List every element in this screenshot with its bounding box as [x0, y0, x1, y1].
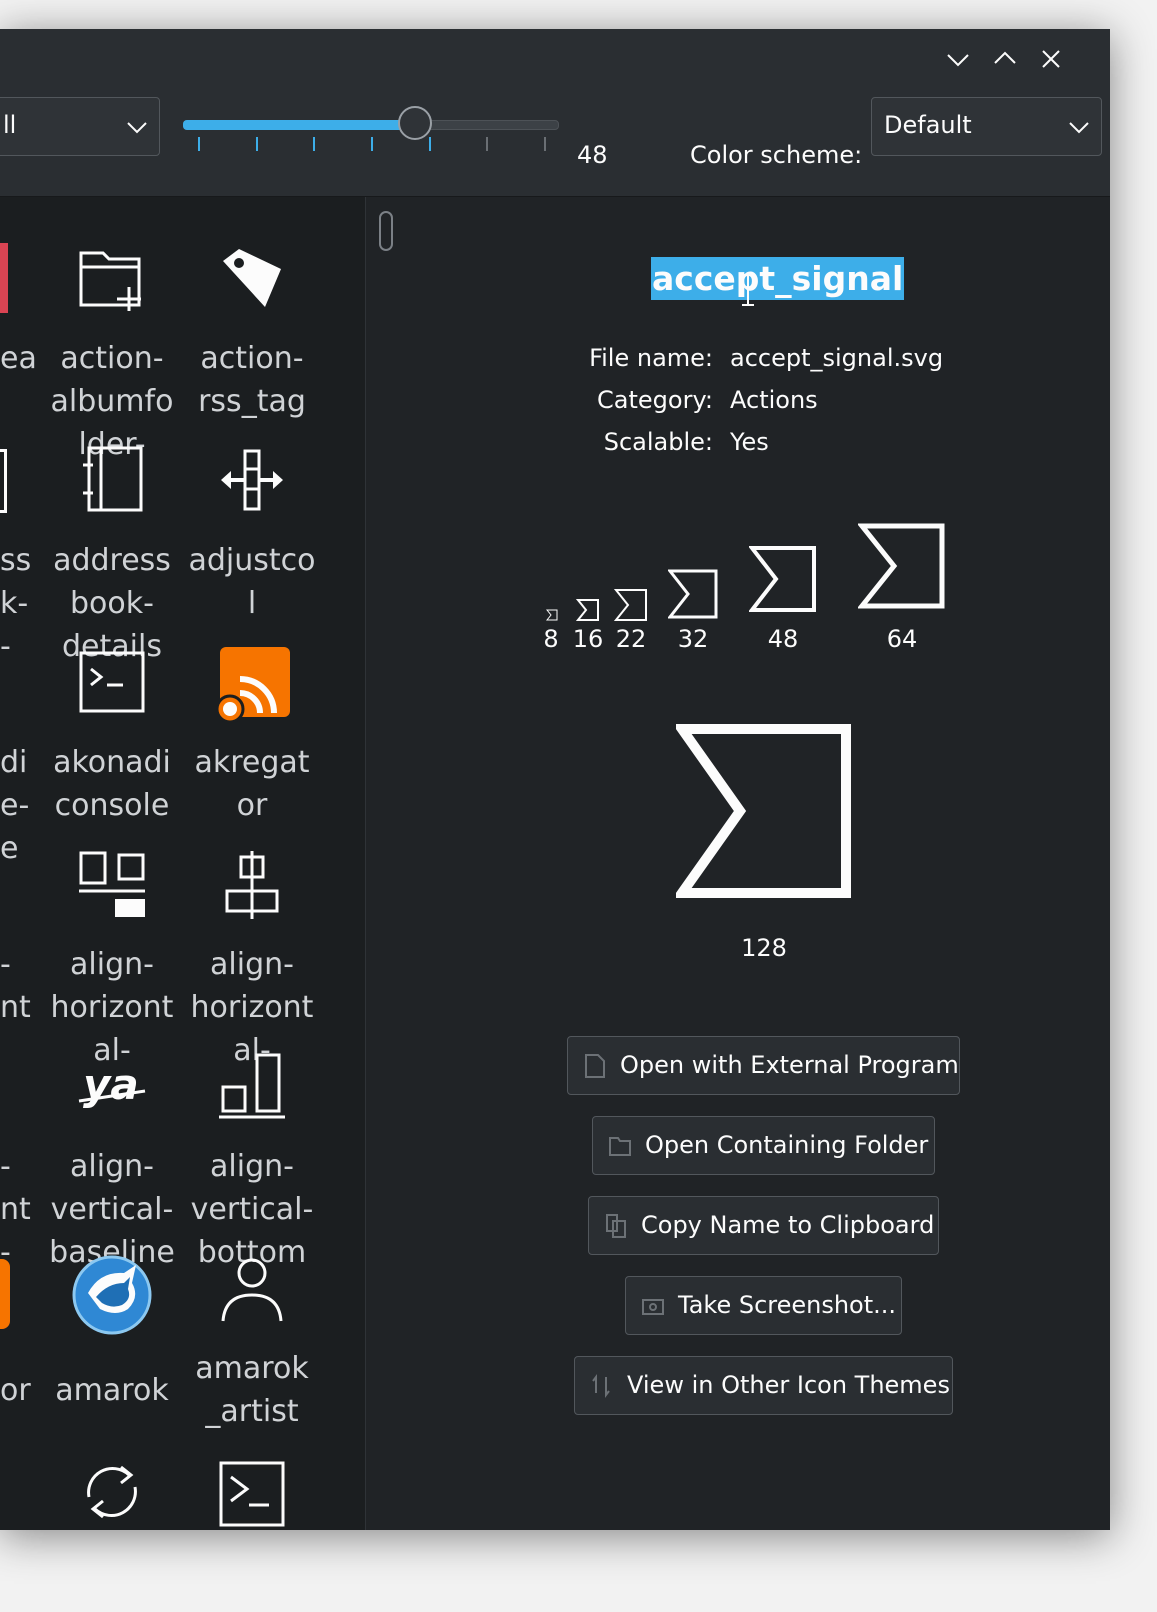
sigma-preview-8-icon — [546, 609, 558, 621]
category-label: Category: — [597, 386, 713, 414]
open-containing-folder-button[interactable]: Open Containing Folder — [592, 1116, 935, 1175]
context-combo-value: ll — [3, 111, 17, 139]
close-icon — [1042, 50, 1060, 68]
copy-name-button[interactable]: Copy Name to Clipboard — [588, 1196, 939, 1255]
sigma-preview-64-icon — [858, 523, 945, 609]
file-name-label: File name: — [589, 344, 713, 372]
slider-tick — [256, 137, 258, 151]
slider-tick — [486, 137, 488, 151]
terminal-icon — [79, 651, 145, 713]
folder-icon — [609, 1137, 631, 1156]
cut-label: ss k- - — [0, 543, 32, 664]
view-other-themes-button[interactable]: View in Other Icon Themes — [574, 1356, 953, 1415]
icon-size-value: 48 — [577, 141, 608, 169]
icon-label: adjustco l — [188, 543, 316, 621]
icon-size-slider[interactable] — [183, 101, 563, 161]
sigma-preview-32-icon — [668, 569, 718, 619]
cut-label: di e- e — [0, 745, 30, 866]
open-external-program-button[interactable]: Open with External Program — [567, 1036, 960, 1095]
close-button[interactable] — [1033, 41, 1069, 77]
user-icon — [221, 1258, 283, 1322]
camera-icon — [642, 1299, 664, 1315]
color-scheme-combo[interactable]: Default — [871, 97, 1102, 156]
tag-icon — [223, 249, 281, 307]
size-label-32: 32 — [677, 625, 709, 653]
adjust-column-icon — [221, 449, 283, 511]
minimize-button[interactable] — [940, 41, 976, 77]
maximize-button[interactable] — [987, 41, 1023, 77]
icon-label: amarok _artist — [195, 1351, 309, 1429]
align-horizontal-icon — [79, 851, 145, 917]
copy-icon — [606, 1214, 626, 1238]
sigma-preview-16-icon — [576, 599, 599, 621]
swap-icon — [592, 1374, 610, 1398]
category-value: Actions — [730, 386, 818, 414]
size-label-16: 16 — [572, 625, 604, 653]
size-label-8: 8 — [543, 625, 559, 653]
size-label-128: 128 — [741, 934, 787, 962]
icon-explorer-window: ll Default 48 Color scheme: ea ss k- - d… — [0, 29, 1110, 1530]
sigma-preview-22-icon — [614, 589, 647, 621]
button-label: Open Containing Folder — [645, 1131, 929, 1159]
color-scheme-value: Default — [884, 111, 972, 139]
color-scheme-label: Color scheme: — [690, 141, 863, 169]
baseline-text-icon: ya — [78, 1060, 146, 1109]
text-cursor-icon — [742, 274, 754, 306]
align-center-icon — [225, 851, 279, 919]
context-combo[interactable]: ll — [0, 97, 160, 156]
button-label: Copy Name to Clipboard — [641, 1211, 935, 1239]
align-bottom-icon — [219, 1053, 285, 1119]
icon-label: amarok — [55, 1373, 169, 1408]
cut-label: or — [0, 1373, 31, 1408]
slider-fill — [183, 120, 415, 130]
icon-details-panel: accept_signal File name: accept_signal.s… — [408, 197, 1110, 1530]
rss-feed-icon — [215, 647, 290, 724]
chevron-down-icon — [1069, 122, 1089, 134]
title-bar — [0, 29, 1110, 85]
terminal-icon — [219, 1461, 285, 1527]
scrollbar-handle[interactable] — [379, 211, 393, 251]
scalable-value: Yes — [730, 428, 769, 456]
scalable-label: Scalable: — [603, 428, 713, 456]
slider-tick — [371, 137, 373, 151]
slider-tick — [544, 137, 546, 151]
file-name-value: accept_signal.svg — [730, 344, 944, 372]
size-label-48: 48 — [767, 625, 799, 653]
size-label-64: 64 — [886, 625, 918, 653]
take-screenshot-button[interactable]: Take Screenshot... — [625, 1276, 902, 1335]
icon-label: action- rss_tag — [198, 341, 306, 419]
size-label-22: 22 — [615, 625, 647, 653]
address-book-icon — [83, 446, 143, 512]
cut-icon — [0, 243, 8, 313]
svg-text:ya: ya — [83, 1060, 139, 1109]
button-label: Take Screenshot... — [678, 1291, 897, 1319]
folder-add-icon — [79, 251, 141, 311]
chevron-down-icon — [127, 122, 147, 134]
cut-icon — [0, 449, 7, 513]
refresh-icon — [87, 1465, 137, 1519]
button-label: View in Other Icon Themes — [627, 1371, 950, 1399]
chevron-up-icon — [994, 51, 1016, 64]
slider-tick — [313, 137, 315, 151]
icon-label: akonadi console — [53, 745, 171, 823]
cut-label: - nt — [0, 947, 31, 1025]
icon-grid[interactable]: ea ss k- - di e- e - nt - nt - or action… — [0, 197, 365, 1530]
icon-grid-scrollbar[interactable] — [365, 197, 409, 1530]
chevron-down-icon — [947, 54, 969, 67]
cut-label: - nt - — [0, 1149, 31, 1270]
amarok-wolf-icon — [72, 1255, 152, 1335]
button-label: Open with External Program — [620, 1051, 959, 1079]
document-icon — [585, 1054, 605, 1078]
slider-tick — [429, 137, 431, 151]
icon-name-title[interactable]: accept_signal — [651, 257, 905, 300]
slider-handle[interactable] — [398, 106, 432, 140]
icon-label: akregat or — [194, 745, 310, 823]
sigma-preview-48-icon — [749, 546, 816, 612]
slider-tick — [198, 137, 200, 151]
sigma-preview-128-icon — [676, 724, 851, 898]
cut-label: ea — [0, 341, 37, 376]
